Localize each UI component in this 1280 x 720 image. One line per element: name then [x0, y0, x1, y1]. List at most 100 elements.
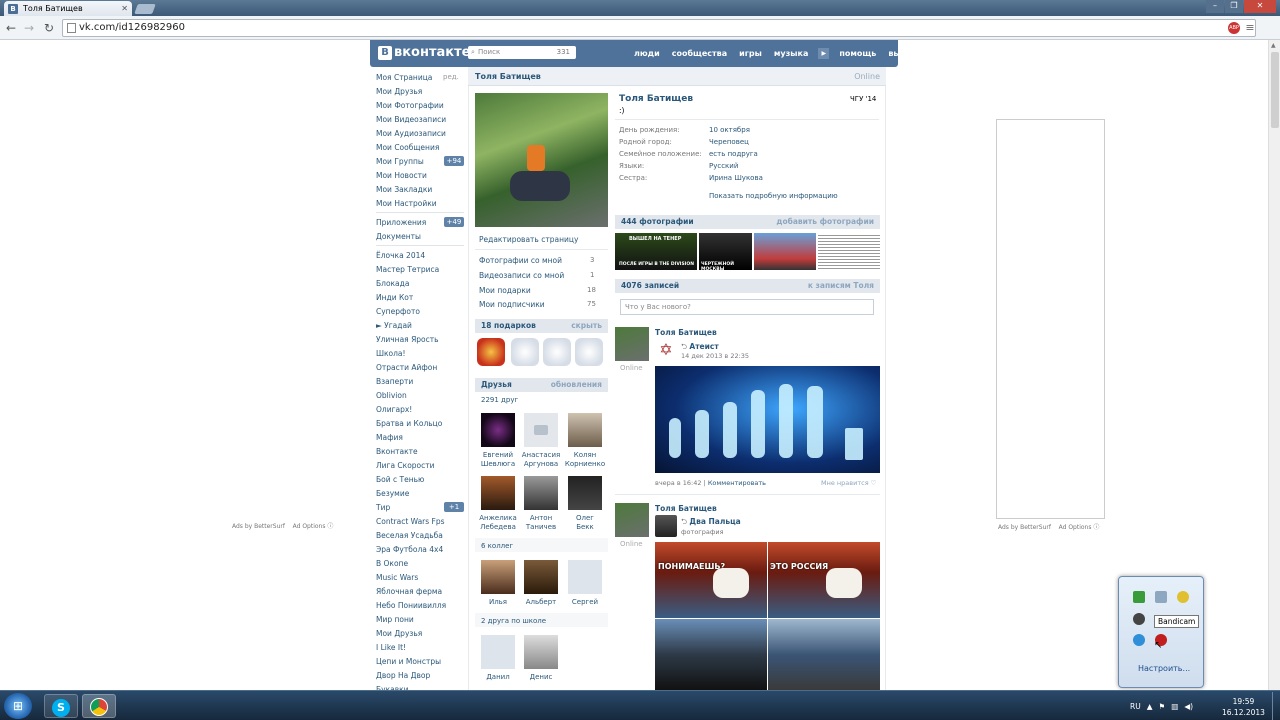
ad-options-link[interactable]: Ad Options [293, 523, 326, 530]
configure-link[interactable]: Настроить... [1138, 664, 1190, 673]
left-nav-app[interactable]: Отрасти Айфон [376, 363, 437, 372]
profile-photo[interactable] [475, 93, 608, 227]
apps-badge[interactable]: +49 [444, 217, 464, 227]
meme-image[interactable] [655, 619, 767, 690]
groups-badge[interactable]: +94 [444, 156, 464, 166]
evolution-image[interactable] [655, 366, 880, 473]
counter-label[interactable]: Фотографии со мной [479, 256, 562, 265]
left-nav-item[interactable]: Мои Сообщения [376, 143, 439, 152]
photo-thumb[interactable] [818, 233, 880, 270]
friend-avatar[interactable] [524, 476, 558, 510]
left-nav-app[interactable]: Мир пони [376, 615, 414, 624]
scroll-up-icon[interactable]: ▲ [1271, 42, 1276, 49]
friend-avatar[interactable] [568, 413, 602, 447]
left-nav-item[interactable]: Мои Аудиозаписи [376, 129, 446, 138]
friend-name[interactable]: Сергей [561, 598, 609, 607]
left-nav-item[interactable]: Мои Закладки [376, 185, 432, 194]
meme-image[interactable]: ПОНИМАЕШЬ? [655, 542, 767, 618]
meme-image[interactable] [768, 619, 880, 690]
photo-thumb[interactable] [754, 233, 816, 270]
left-nav-app[interactable]: Взаперти [376, 377, 413, 386]
friend-name[interactable]: Альберт [517, 598, 565, 607]
browser-tab[interactable]: В Толя Батищев ✕ [4, 1, 132, 16]
info-value[interactable]: есть подруга [709, 150, 758, 158]
info-value[interactable]: Череповец [709, 138, 749, 146]
skype-taskbar-icon[interactable]: S [44, 694, 78, 718]
meme-image[interactable]: ЭТО РОССИЯ [768, 542, 880, 618]
info-value[interactable]: Ирина Шукова [709, 174, 763, 182]
tir-badge[interactable]: +1 [444, 502, 464, 512]
info-icon[interactable]: ⓘ [1093, 524, 1099, 531]
left-nav-app[interactable]: Лига Скорости [376, 461, 435, 470]
left-nav-docs[interactable]: Документы [376, 232, 421, 241]
minimize-button[interactable]: – [1206, 0, 1224, 13]
counter-label[interactable]: Видеозаписи со мной [479, 271, 564, 280]
page-scrollbar[interactable]: ▲ [1268, 40, 1280, 690]
right-ad-frame[interactable] [996, 119, 1105, 519]
friend-avatar[interactable] [481, 476, 515, 510]
ad-right-text[interactable]: Ads by BetterSurf [998, 524, 1051, 531]
left-nav-item[interactable]: Мои Группы [376, 157, 424, 166]
tray-expand-icon[interactable]: ▲ [1147, 702, 1153, 711]
left-nav-item[interactable]: Мои Друзья [376, 87, 422, 96]
friend-avatar[interactable] [481, 413, 515, 447]
counter-label[interactable]: Мои подписчики [479, 300, 545, 309]
friend-name[interactable]: Илья [474, 598, 522, 607]
friend-name[interactable]: Евгений Шевлюга [474, 451, 522, 469]
left-nav-app[interactable]: Яблочная ферма [376, 587, 442, 596]
ad-left-label[interactable]: Ads by BetterSurf Ad Options ⓘ [232, 521, 333, 530]
left-nav-app[interactable]: Oblivion [376, 391, 407, 400]
ad-options-link[interactable]: Ad Options [1059, 524, 1092, 531]
friends-title[interactable]: Друзья [481, 380, 512, 389]
close-tab-icon[interactable]: ✕ [121, 4, 128, 13]
left-nav-app[interactable]: Бой с Тенью [376, 475, 424, 484]
left-nav-app[interactable]: Братва и Кольцо [376, 419, 442, 428]
left-nav-item[interactable]: Мои Настройки [376, 199, 437, 208]
friend-avatar-placeholder[interactable] [568, 560, 602, 594]
info-value[interactable]: Русский [709, 162, 738, 170]
address-bar[interactable]: vk.com/id126982960 [62, 19, 1256, 37]
ad-left-text[interactable]: Ads by BetterSurf [232, 523, 285, 530]
start-button[interactable]: ⊞ [4, 693, 32, 719]
friend-name[interactable]: Денис [517, 673, 565, 682]
left-nav-app[interactable]: Уличная Ярость [376, 335, 439, 344]
post-author[interactable]: Толя Батищев [655, 504, 717, 513]
info-value[interactable]: 10 октября [709, 126, 750, 134]
friend-name[interactable]: Анастасия Аргунова [517, 451, 565, 469]
volume-icon[interactable]: ◀) [1184, 702, 1193, 711]
scrollbar-thumb[interactable] [1271, 52, 1279, 128]
left-nav-app[interactable]: Безумие [376, 489, 409, 498]
left-nav-item[interactable]: Мои Фотографии [376, 101, 444, 110]
chrome-menu-icon[interactable]: ≡ [1244, 22, 1256, 34]
left-nav-app[interactable]: Мои Друзья [376, 629, 422, 638]
nav-communities[interactable]: сообщества [666, 49, 733, 58]
friend-name[interactable]: Данил [474, 673, 522, 682]
nav-logout[interactable]: выйти [882, 49, 922, 58]
vk-logo[interactable]: В вконтакте [378, 45, 470, 60]
nvidia-tray-icon[interactable] [1133, 591, 1145, 603]
restore-button[interactable]: ❐ [1225, 0, 1243, 13]
school-friends-label[interactable]: 2 друга по школе [481, 617, 546, 625]
left-nav-app[interactable]: Мафия [376, 433, 403, 442]
left-nav-app[interactable]: Суперфото [376, 307, 420, 316]
chrome-taskbar-icon[interactable] [82, 694, 116, 718]
gift-item[interactable] [511, 338, 539, 366]
nav-help[interactable]: помощь [833, 49, 882, 58]
photo-thumb[interactable]: ВЫШЕЛ НА ТЕНЕР ПОСЛЕ ИГРЫ В THE DIVISION [615, 233, 697, 270]
language-indicator[interactable]: RU [1130, 702, 1141, 711]
add-photos-link[interactable]: добавить фотографии [776, 215, 874, 229]
show-desktop-button[interactable] [1272, 692, 1280, 720]
left-nav-apps[interactable]: Приложения [376, 218, 426, 227]
taskbar-clock[interactable]: 19:59 16.12.2013 [1222, 696, 1265, 718]
flag-icon[interactable]: ⚑ [1158, 702, 1165, 711]
wall-title[interactable]: 4076 записей [621, 281, 679, 290]
edit-page-link[interactable]: Редактировать страницу [479, 235, 578, 244]
gift-item[interactable] [575, 338, 603, 366]
nav-people[interactable]: люди [628, 49, 666, 58]
profile-status[interactable]: :) [619, 106, 624, 115]
left-nav-app[interactable]: Ёлочка 2014 [376, 251, 425, 260]
left-nav-app[interactable]: Тир [376, 503, 390, 512]
left-nav-app[interactable]: Небо Пониивилля [376, 601, 446, 610]
photo-thumb[interactable]: ЧЕРТЕЖНОЙ МОСКВЫ [699, 233, 752, 272]
friend-avatar[interactable] [524, 560, 558, 594]
